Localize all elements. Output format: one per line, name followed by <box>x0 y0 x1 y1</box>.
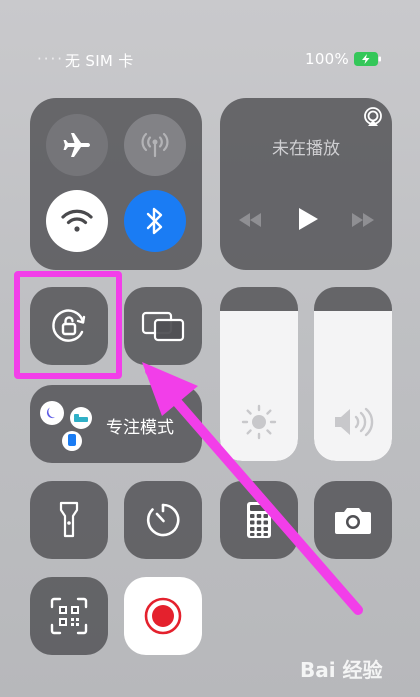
pointer-arrow <box>142 362 363 615</box>
watermark-text: Bai 经验 <box>300 658 383 682</box>
baidu-watermark: Bai 经验 <box>300 654 383 683</box>
